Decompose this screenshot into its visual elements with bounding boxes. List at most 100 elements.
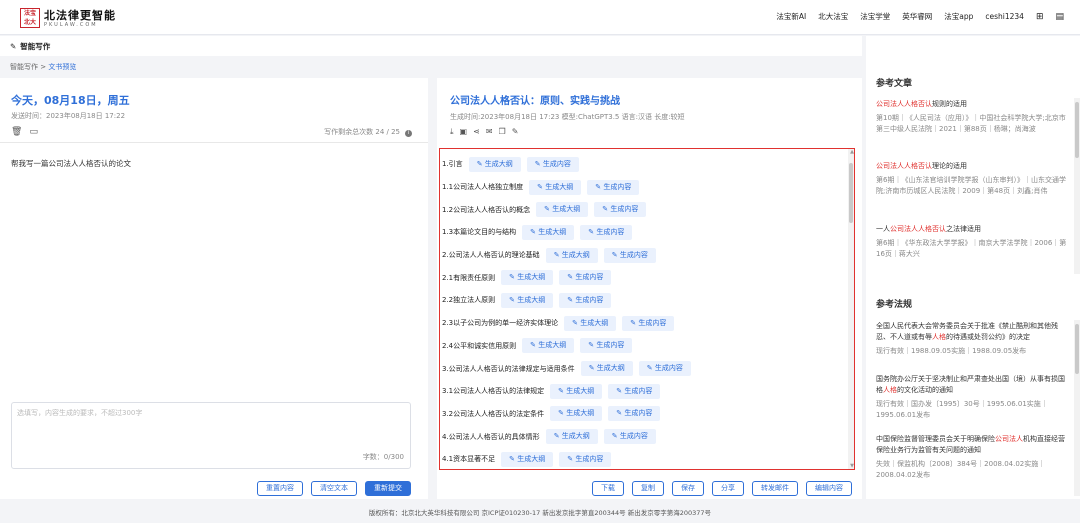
- reset-button[interactable]: 重置内容: [257, 481, 303, 496]
- outline-item: 2.公司法人人格否认的理论基础 ✎ 生成大纲 ✎ 生成内容: [442, 244, 691, 267]
- edit-icon[interactable]: ✎: [512, 127, 519, 137]
- generate-outline-button[interactable]: ✎ 生成大纲: [522, 338, 575, 354]
- generate-content-button[interactable]: ✎ 生成内容: [559, 292, 612, 308]
- generate-content-button[interactable]: ✎ 生成内容: [594, 202, 647, 218]
- generate-outline-button[interactable]: ✎ 生成大纲: [522, 224, 575, 240]
- item-title[interactable]: 国务院办公厅关于坚决制止和严肃查处出国（境）从事有损国格人格的文化活动的通知: [876, 374, 1068, 396]
- outline-item: 3.1公司法人人格否认的法律规定 ✎ 生成大纲 ✎ 生成内容: [442, 380, 691, 403]
- copy-icon[interactable]: ❐: [499, 127, 506, 137]
- nav-pkulaw[interactable]: 北大法宝: [818, 11, 848, 22]
- top-nav: 法宝新AI 北大法宝 法宝学堂 英华睿网 法宝app ceshi1234 ⊞ ▤: [776, 11, 1064, 22]
- law-item[interactable]: 国务院办公厅关于坚决制止和严肃查处出国（境）从事有损国格人格的文化活动的通知 现行…: [876, 374, 1068, 421]
- law-item[interactable]: 全国人民代表大会常务委员会关于批准《禁止酷刑和其他残忍、不人道或有辱人格的待遇或…: [876, 321, 1068, 357]
- user-prompt: 帮我写一篇公司法人人格否认的论文: [11, 159, 131, 168]
- save-button[interactable]: 保存: [672, 481, 704, 496]
- info-icon[interactable]: i: [405, 130, 412, 137]
- generate-content-button[interactable]: ✎ 生成内容: [559, 270, 612, 286]
- generate-content-button[interactable]: ✎ 生成内容: [559, 451, 612, 467]
- item-source: 第10期｜《人民司法（应用）》｜中国社会科学院大学;北京市第三中级人民法院｜20…: [876, 114, 1066, 133]
- outline-item-label: 3.1公司法人人格否认的法律规定: [442, 387, 545, 396]
- generate-content-button[interactable]: ✎ 生成内容: [638, 361, 691, 377]
- comment-icon[interactable]: ▭: [29, 127, 38, 137]
- item-title[interactable]: 全国人民代表大会常务委员会关于批准《禁止酷刑和其他残忍、不人道或有辱人格的待遇或…: [876, 321, 1068, 343]
- generate-outline-button[interactable]: ✎ 生成大纲: [564, 315, 617, 331]
- generate-content-button[interactable]: ✎ 生成内容: [603, 247, 656, 263]
- outline-scrollbar[interactable]: ▲ ▼: [848, 149, 854, 469]
- nav-app[interactable]: 法宝app: [944, 11, 973, 22]
- share-icon[interactable]: ⋖: [473, 127, 480, 137]
- generate-outline-button[interactable]: ✎ 生成大纲: [536, 202, 589, 218]
- nav-user[interactable]: ceshi1234: [985, 12, 1024, 21]
- mail-icon[interactable]: ✉: [486, 127, 493, 137]
- generate-outline-button[interactable]: ✎ 生成大纲: [550, 406, 603, 422]
- delete-icon[interactable]: 🗑: [11, 127, 22, 137]
- logo-text: 北法律更智能: [44, 8, 116, 22]
- logo-domain: PKULAW.COM: [44, 21, 98, 28]
- document-icon[interactable]: ▤: [1055, 12, 1064, 22]
- generate-content-button[interactable]: ✎ 生成内容: [603, 429, 656, 445]
- outline-list: 1.引言 ✎ 生成大纲 ✎ 生成内容 1.1公司法人人格独立制度 ✎ 生成大纲 ✎ 生成内…: [442, 153, 691, 469]
- article-item[interactable]: 公司法人人格否认规则的适用第10期｜《人民司法（应用）》｜中国社会科学院大学;北…: [876, 99, 1068, 135]
- generate-content-button[interactable]: ✎ 生成内容: [608, 406, 661, 422]
- requirements-input[interactable]: 选填写，内容生成的要求，不超过300字 字数：0/300: [11, 402, 411, 469]
- grid-icon[interactable]: ⊞: [1036, 12, 1044, 22]
- outline-item-label: 1.1公司法人人格独立制度: [442, 183, 524, 192]
- laws-scrollbar[interactable]: [1074, 320, 1080, 496]
- breadcrumb-root[interactable]: 智能写作: [10, 63, 38, 71]
- generate-content-button[interactable]: ✎ 生成内容: [622, 315, 675, 331]
- logo[interactable]: 法宝 北大 北法律更智能 PKULAW.COM: [20, 8, 116, 28]
- document-meta: 生成时间:2023年08月18日 17:23 模型:ChatGPT3.5 语言:…: [450, 113, 685, 121]
- item-source: 第6期｜《华东政法大学学报》｜南京大学法学院｜2006｜第16页｜蒋大兴: [876, 239, 1067, 258]
- nav-yinghua[interactable]: 英华睿网: [902, 11, 932, 22]
- generate-outline-button[interactable]: ✎ 生成大纲: [501, 270, 554, 286]
- outline-item-label: 2.3以子公司为例的单一经济实体理论: [442, 319, 559, 328]
- generate-outline-button[interactable]: ✎ 生成大纲: [468, 156, 521, 172]
- outline-item-label: 2.4公平和诚实信用原则: [442, 341, 517, 350]
- outline-item: 2.4公平和诚实信用原则 ✎ 生成大纲 ✎ 生成内容: [442, 335, 691, 358]
- generate-outline-button[interactable]: ✎ 生成大纲: [501, 292, 554, 308]
- generate-content-button[interactable]: ✎ 生成内容: [608, 383, 661, 399]
- item-source: 现行有效｜国办发〔1995〕30号｜1995.06.01实施｜1995.06.0…: [876, 400, 1048, 419]
- item-title[interactable]: 公司法人人格否认规则的适用: [876, 99, 1068, 110]
- item-title[interactable]: 一人公司法人人格否认之法律适用: [876, 224, 1068, 235]
- section-title: 智能写作: [20, 41, 51, 51]
- generate-content-button[interactable]: ✎ 生成内容: [580, 338, 633, 354]
- laws-heading: 参考法规: [876, 300, 913, 310]
- resubmit-button[interactable]: 重新提交: [365, 481, 411, 496]
- input-placeholder: 选填写，内容生成的要求，不超过300字: [17, 409, 143, 417]
- nav-fabao-ai[interactable]: 法宝新AI: [776, 11, 806, 22]
- outline-item: 2.1有限责任原则 ✎ 生成大纲 ✎ 生成内容: [442, 266, 691, 289]
- edit-content-button[interactable]: 编辑内容: [806, 481, 852, 496]
- download-icon[interactable]: ⤓: [450, 127, 454, 137]
- item-title[interactable]: 中国保险监督管理委员会关于明确保险公司法人机构直接经营保险业务行为监管有关问题的…: [876, 434, 1068, 456]
- copy-button[interactable]: 复制: [632, 481, 664, 496]
- forward-email-button[interactable]: 转发邮件: [752, 481, 798, 496]
- generate-outline-button[interactable]: ✎ 生成大纲: [545, 247, 598, 263]
- item-source: 现行有效｜1988.09.05实施｜1988.09.05发布: [876, 347, 1027, 355]
- nav-fabao-school[interactable]: 法宝学堂: [860, 11, 890, 22]
- generate-content-button[interactable]: ✎ 生成内容: [526, 156, 579, 172]
- articles-scrollbar[interactable]: [1074, 98, 1080, 274]
- document-panel: 公司法人人格否认：原则、实践与挑战 生成时间:2023年08月18日 17:23…: [437, 78, 862, 499]
- clear-button[interactable]: 清空文本: [311, 481, 357, 496]
- generate-outline-button[interactable]: ✎ 生成大纲: [580, 361, 633, 377]
- generate-content-button[interactable]: ✎ 生成内容: [580, 224, 633, 240]
- outline-item: 4.1资本显著不足 ✎ 生成大纲 ✎ 生成内容: [442, 448, 691, 469]
- generate-outline-button[interactable]: ✎ 生成大纲: [529, 179, 582, 195]
- item-title[interactable]: 公司法人人格否认理论的适用: [876, 161, 1068, 172]
- download-button[interactable]: 下载: [592, 481, 624, 496]
- share-button[interactable]: 分享: [712, 481, 744, 496]
- generate-outline-button[interactable]: ✎ 生成大纲: [545, 429, 598, 445]
- generate-outline-button[interactable]: ✎ 生成大纲: [550, 383, 603, 399]
- outline-item-label: 1.3本篇论文目的与结构: [442, 228, 517, 237]
- generate-content-button[interactable]: ✎ 生成内容: [587, 179, 640, 195]
- outline-item-label: 2.公司法人人格否认的理论基础: [442, 251, 540, 260]
- outline-item-label: 4.1资本显著不足: [442, 455, 496, 464]
- law-item[interactable]: 中国保险监督管理委员会关于明确保险公司法人机构直接经营保险业务行为监管有关问题的…: [876, 434, 1068, 481]
- article-item[interactable]: 公司法人人格否认理论的适用 第6期｜《山东法官培训学院学报（山东审判）》｜山东交通…: [876, 161, 1068, 197]
- generate-outline-button[interactable]: ✎ 生成大纲: [501, 451, 554, 467]
- section-bar: ✎ 智能写作: [0, 36, 862, 56]
- save-icon[interactable]: ▣: [460, 127, 468, 137]
- article-item[interactable]: 一人公司法人人格否认之法律适用第6期｜《华东政法大学学报》｜南京大学法学院｜20…: [876, 224, 1068, 260]
- articles-heading: 参考文章: [876, 79, 913, 89]
